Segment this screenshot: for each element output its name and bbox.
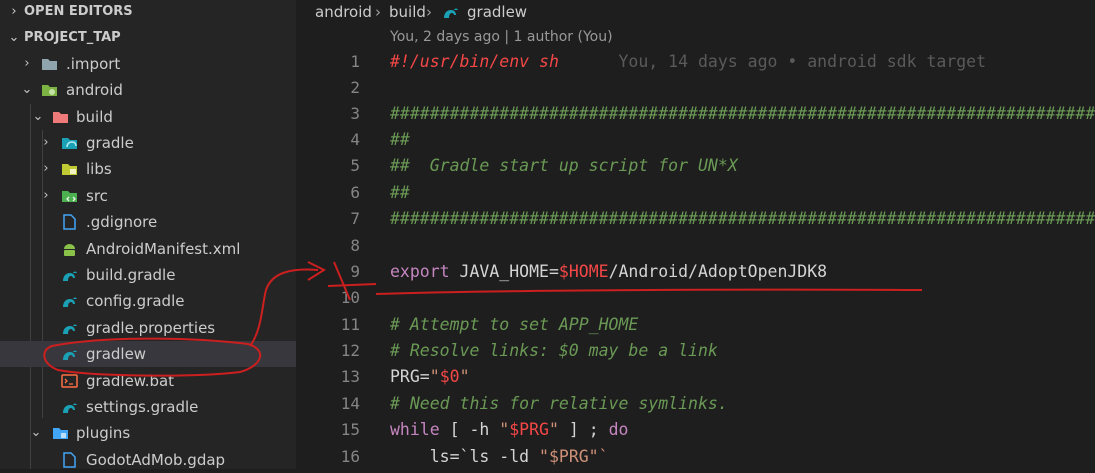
gradle-elephant-icon <box>63 297 77 307</box>
tree-item-config-gradle[interactable]: config.gradle <box>0 288 296 314</box>
line-number: 1 <box>350 52 360 71</box>
file-icon <box>63 452 76 468</box>
code-line-1: #!/usr/bin/env sh You, 14 days ago • and… <box>390 52 987 71</box>
tree-item-gradlew-bat[interactable]: gradlew.bat <box>0 368 296 394</box>
tree-item-gdignore[interactable]: .gdignore <box>0 209 296 235</box>
line-number: 16 <box>340 447 360 466</box>
tree-item-build-gradle[interactable]: build.gradle <box>0 262 296 288</box>
file-icon <box>63 214 76 230</box>
libs-folder-icon <box>62 164 77 175</box>
breadcrumb-item-build[interactable]: build <box>389 0 426 24</box>
code-line-4: ## <box>390 130 410 149</box>
chevron-right-icon: › <box>11 4 17 19</box>
code-line-11: # Attempt to set APP_HOME <box>390 315 639 334</box>
build-folder-icon <box>53 112 68 123</box>
code-editor[interactable]: android › build › gradlew You, 2 days ag… <box>296 0 1095 469</box>
open-editors-header[interactable]: › OPEN EDITORS <box>0 0 296 24</box>
chevron-down-icon: ⌄ <box>8 30 20 45</box>
tree-item-gradlew[interactable]: gradlew <box>0 341 296 367</box>
tree-item-import-folder[interactable]: › .import <box>0 51 296 77</box>
line-number: 12 <box>340 341 360 360</box>
code-line-16: ls=`ls -ld "$PRG"` <box>390 447 609 466</box>
android-folder-icon <box>42 85 57 96</box>
tree-item-godotadmob-gdap[interactable]: GodotAdMob.gdap <box>0 447 296 473</box>
chevron-down-icon: ⌄ <box>21 82 33 97</box>
codelens-author-info[interactable]: You, 2 days ago | 1 author (You) <box>390 29 613 45</box>
tree-item-libs-folder[interactable]: › libs <box>0 156 296 182</box>
project-header[interactable]: ⌄ PROJECT_TAP <box>0 26 296 50</box>
chevron-down-icon: ⌄ <box>32 109 44 124</box>
tree-item-src-folder[interactable]: › src <box>0 183 296 209</box>
tree-item-gradle-properties[interactable]: gradle.properties <box>0 315 296 341</box>
gradle-elephant-icon <box>63 403 77 413</box>
line-number: 3 <box>350 104 360 123</box>
plugins-folder-icon <box>53 428 68 439</box>
gradle-folder-icon <box>62 138 77 149</box>
terminal-icon <box>61 374 78 388</box>
line-number: 10 <box>340 288 360 307</box>
gradle-elephant-icon <box>444 8 458 18</box>
git-blame-annotation: You, 14 days ago • android sdk target <box>618 52 987 71</box>
code-line-5: ## Gradle start up script for UN*X <box>390 156 738 175</box>
tree-item-android-folder[interactable]: ⌄ android <box>0 77 296 103</box>
code-line-13: PRG="$0" <box>390 367 470 386</box>
chevron-down-icon: ⌄ <box>30 425 42 440</box>
line-number: 6 <box>350 183 360 202</box>
code-line-15: while [ -h "$PRG" ] ; do <box>390 420 629 439</box>
line-number: 7 <box>350 209 360 228</box>
line-number: 14 <box>340 394 360 413</box>
line-number: 13 <box>340 367 360 386</box>
line-number: 5 <box>350 156 360 175</box>
breadcrumb-separator-icon: › <box>426 3 432 21</box>
src-folder-icon <box>62 191 77 202</box>
tree-item-android-manifest[interactable]: AndroidManifest.xml <box>0 236 296 262</box>
line-number: 2 <box>350 78 360 97</box>
folder-icon <box>42 59 57 70</box>
line-number: 4 <box>350 130 360 149</box>
breadcrumb-separator-icon: › <box>375 3 381 21</box>
line-number: 9 <box>350 262 360 281</box>
line-number: 15 <box>340 420 360 439</box>
chevron-right-icon: › <box>43 188 49 203</box>
tree-item-settings-gradle[interactable]: settings.gradle <box>0 394 296 420</box>
gradle-elephant-icon <box>63 271 77 281</box>
chevron-right-icon: › <box>43 161 49 176</box>
chevron-right-icon: › <box>43 135 49 150</box>
code-line-3: ########################################… <box>390 104 1095 123</box>
explorer-sidebar: › OPEN EDITORS ⌄ PROJECT_TAP › .import ⌄… <box>0 0 296 469</box>
tree-item-gradle-folder[interactable]: › gradle <box>0 130 296 156</box>
breadcrumb-item-gradlew[interactable]: gradlew <box>467 0 527 24</box>
code-line-9: export JAVA_HOME=$HOME/Android/AdoptOpen… <box>390 262 828 281</box>
line-number: 11 <box>340 315 360 334</box>
gradle-elephant-icon <box>63 324 77 334</box>
tree-item-build-folder[interactable]: ⌄ build <box>0 104 296 130</box>
chevron-right-icon: › <box>24 56 30 71</box>
code-line-12: # Resolve links: $0 may be a link <box>390 341 718 360</box>
android-icon <box>64 244 75 256</box>
code-line-7: ########################################… <box>390 209 1095 228</box>
line-number: 8 <box>350 236 360 255</box>
code-line-14: # Need this for relative symlinks. <box>390 394 728 413</box>
code-line-6: ## <box>390 183 410 202</box>
gradle-elephant-icon <box>63 350 77 360</box>
breadcrumb-item-android[interactable]: android <box>315 0 372 24</box>
tree-item-plugins-folder[interactable]: ⌄ plugins <box>0 420 296 446</box>
